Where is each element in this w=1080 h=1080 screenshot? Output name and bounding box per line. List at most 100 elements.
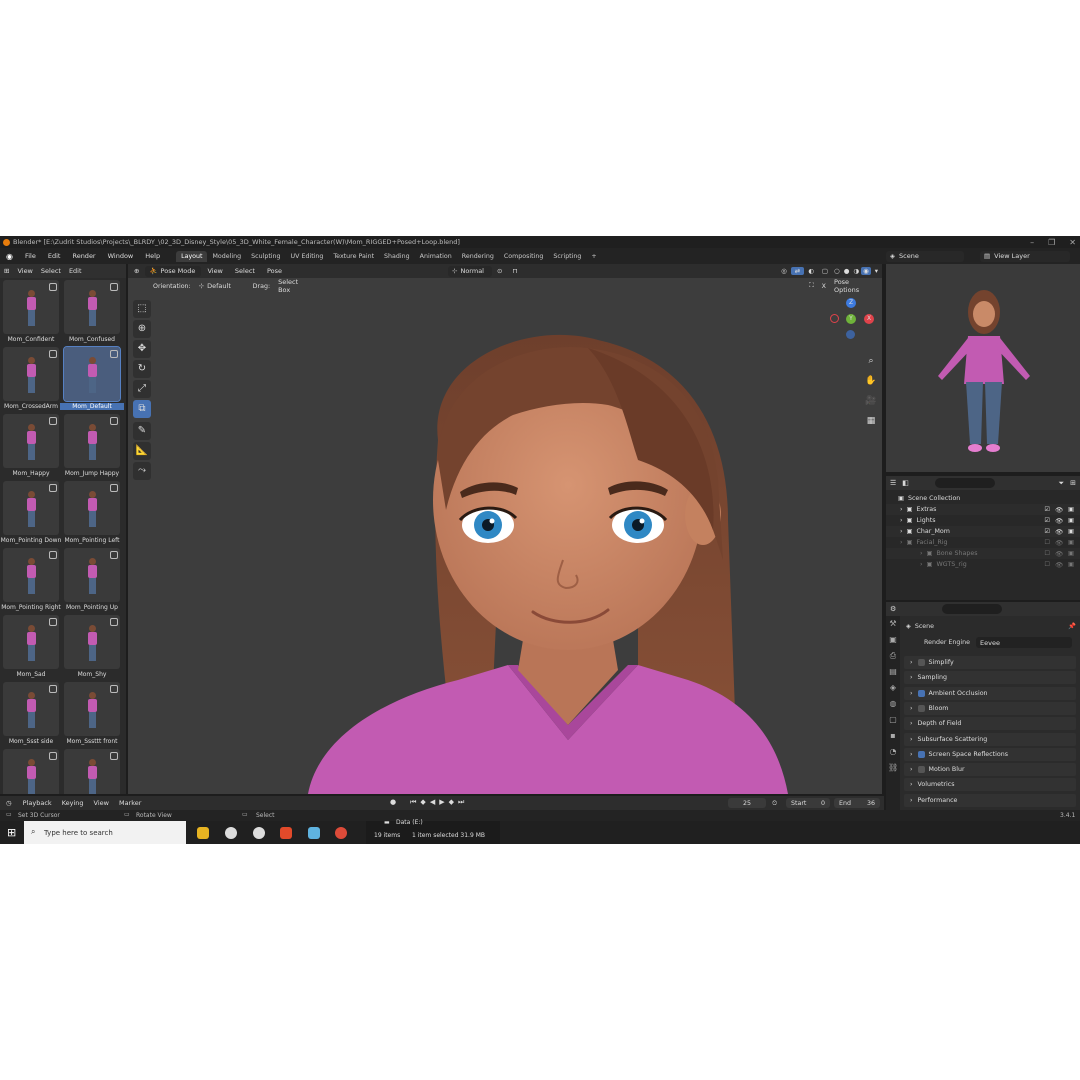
next-keyframe-icon[interactable]: ◆ [449,798,454,807]
pin-icon[interactable]: 📌 [1068,622,1076,630]
tab-scripting[interactable]: Scripting [548,251,586,262]
eye-icon[interactable]: 👁 [1055,506,1063,514]
clock-icon[interactable]: ⏲ [772,799,777,808]
record-icon[interactable]: ● [390,798,396,807]
viewport-menu-view[interactable]: View [201,267,228,275]
pan-hand-icon[interactable]: ✋ [864,374,878,388]
render-panel[interactable]: › Screen Space Reflections [904,747,1076,761]
tab-texture-paint[interactable]: Texture Paint [328,251,379,262]
close-icon[interactable]: ✕ [1069,238,1076,247]
exclude-checkbox-icon[interactable]: ☐ [1044,561,1050,568]
outliner-editor-icon[interactable]: ☰ [890,479,896,487]
3d-viewport[interactable]: ⊕ ⛹ Pose Mode View Select Pose ⊹ Normal … [128,264,882,794]
zoom-icon[interactable]: ⌕ [864,354,878,368]
panel-checkbox[interactable] [917,750,925,758]
constraints-tab-icon[interactable]: ⛓ [888,763,898,773]
tab-animation[interactable]: Animation [415,251,457,262]
orientation-selector[interactable]: ⊹ Default [195,281,247,292]
outliner-row[interactable]: › ▣ Extras ☑ 👁 ▣ [886,504,1080,515]
render-camera-icon[interactable]: ▣ [1068,517,1074,524]
object-tab-icon[interactable]: ▪ [888,731,898,741]
timeline-menu-keying[interactable]: Keying [57,799,89,807]
properties-editor-icon[interactable]: ⚙ [890,605,896,613]
jump-start-icon[interactable]: ⏮ [410,798,416,807]
expand-arrow-icon[interactable]: › [900,517,903,524]
scale-tool-icon[interactable]: ⤢ [133,380,151,398]
asset-thumbnail[interactable] [3,682,59,736]
timeline-editor-icon[interactable]: ◷ [0,799,18,807]
measure-tool-icon[interactable]: 📐 [133,442,151,460]
render-panel[interactable]: › Volumetrics [904,778,1076,792]
maximize-icon[interactable]: ❐ [1048,238,1055,247]
rotate-tool-icon[interactable]: ↻ [133,360,151,378]
play-icon[interactable]: ▶ [439,798,444,807]
tab-rendering[interactable]: Rendering [457,251,499,262]
render-panel[interactable]: › Sampling [904,671,1076,685]
panel-checkbox[interactable] [917,689,925,697]
menu-file[interactable]: File [19,252,42,260]
properties-search-input[interactable] [942,604,1003,614]
asset-thumbnail[interactable] [64,481,120,535]
asset-thumbnail[interactable] [64,548,120,602]
menu-render[interactable]: Render [66,252,101,260]
timeline-menu-marker[interactable]: Marker [114,799,146,807]
eye-icon[interactable]: 👁 [1055,528,1063,536]
outliner-row[interactable]: › ▣ WGTS_rig ☐ 👁 ▣ [886,559,1080,570]
camera-view-icon[interactable]: 🎥 [864,394,878,408]
play-reverse-icon[interactable]: ◀ [430,798,435,807]
render-panel[interactable]: › Bloom [904,701,1076,715]
eye-icon[interactable]: 👁 [1055,539,1063,547]
minimize-icon[interactable]: – [1030,238,1034,247]
asset-thumbnail[interactable] [64,414,120,468]
eye-icon[interactable]: 👁 [1055,517,1063,525]
exclude-checkbox-icon[interactable]: ☐ [1044,539,1050,546]
render-panel[interactable]: › Ambient Occlusion [904,686,1076,700]
asset-thumbnail[interactable] [3,749,59,794]
asset-thumbnail[interactable] [64,682,120,736]
new-collection-icon[interactable]: ⊞ [1070,479,1076,487]
file-explorer-icon[interactable] [197,827,209,839]
current-frame-field[interactable]: 25 [728,798,766,808]
blender-menu-icon[interactable]: ◉ [0,252,19,261]
app-icon-3[interactable] [308,827,320,839]
menu-help[interactable]: Help [139,252,166,260]
outliner-row[interactable]: › ▣ Facial_Rig ☐ 👁 ▣ [886,537,1080,548]
collection-tab-icon[interactable]: ▢ [888,715,898,725]
panel-checkbox[interactable] [917,766,925,774]
figma-icon[interactable] [280,827,292,839]
select-tool-icon[interactable]: ⬚ [133,300,151,318]
render-camera-icon[interactable]: ▣ [1068,539,1074,546]
eye-icon[interactable]: 👁 [1055,561,1063,569]
physics-tab-icon[interactable]: ◔ [888,747,898,757]
outliner-row[interactable]: › ▣ Char_Mom ☑ 👁 ▣ [886,526,1080,537]
pose-options-button[interactable]: Pose Options [830,278,878,294]
shading-material-icon[interactable]: ◑ [851,267,861,275]
scene-selector[interactable]: ◈ Scene [886,250,964,262]
expand-arrow-icon[interactable]: › [900,506,903,513]
filter-icon[interactable]: ⏷ [1059,479,1065,488]
expand-arrow-icon[interactable]: › [920,550,923,557]
pivot-icon[interactable]: ⊙ [492,267,507,275]
tab-uv-editing[interactable]: UV Editing [286,251,329,262]
render-camera-icon[interactable]: ▣ [1068,506,1074,513]
viewport-menu-pose[interactable]: Pose [261,267,288,275]
view-layer-selector[interactable]: ▤ View Layer [980,250,1070,262]
chrome-icon[interactable] [335,827,347,839]
render-tab-icon[interactable]: ▣ [888,635,898,645]
exclude-checkbox-icon[interactable]: ☑ [1044,506,1050,513]
app-icon-2[interactable] [253,827,265,839]
move-tool-icon[interactable]: ✥ [133,340,151,358]
menu-edit[interactable]: Edit [42,252,67,260]
gizmo-neg-x-icon[interactable] [830,314,839,323]
navigation-gizmo[interactable]: Z Y X [828,298,878,358]
add-workspace-icon[interactable]: + [586,251,601,262]
x-axis-toggle[interactable]: X [818,283,830,290]
windows-start-icon[interactable]: ⊞ [7,826,16,839]
cursor-tool-icon[interactable]: ⊕ [133,320,151,338]
panel-checkbox[interactable] [917,659,925,666]
jump-end-icon[interactable]: ⏭ [458,798,464,807]
render-engine-dropdown[interactable]: Eevee [976,637,1072,648]
mode-selector[interactable]: ⛹ Pose Mode [145,265,202,277]
render-panel[interactable]: › Motion Blur [904,763,1076,777]
asset-thumbnail[interactable] [63,346,121,402]
